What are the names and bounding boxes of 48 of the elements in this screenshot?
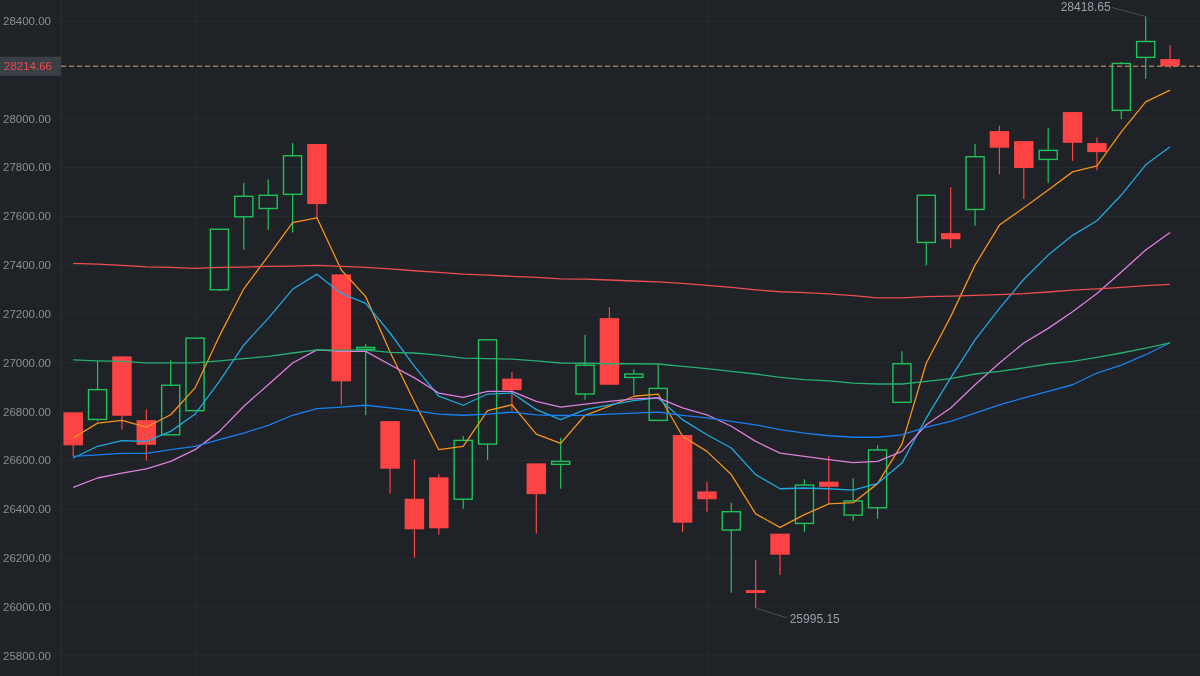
- y-axis-label: 26800.00: [3, 405, 51, 418]
- y-axis-label: 26400.00: [3, 503, 51, 516]
- candlestick: [624, 368, 644, 396]
- y-axis-label: 27400.00: [3, 259, 51, 272]
- leader-line: [1111, 6, 1147, 17]
- candlestick: [1111, 61, 1132, 120]
- y-axis-label: 26000.00: [3, 600, 51, 613]
- candlestick: [940, 186, 961, 249]
- low-price-label: 25995.15: [789, 612, 840, 627]
- candlestick: [989, 125, 1010, 175]
- candlestick: [429, 473, 449, 536]
- candlestick: [843, 477, 863, 522]
- ref-line-label: 28214.66: [4, 60, 52, 73]
- candlestick: [63, 411, 83, 457]
- candlestick: [794, 478, 815, 533]
- candlestick: [1135, 15, 1156, 80]
- candlestick: [1087, 136, 1107, 171]
- candlestick: [209, 228, 230, 292]
- y-axis-label: 26200.00: [3, 552, 51, 565]
- candlestick: [1038, 127, 1058, 184]
- candlestick: [745, 559, 766, 609]
- candlestick: [1160, 44, 1180, 69]
- y-axis-label: 25800.00: [3, 649, 51, 662]
- y-axis-label: 28000.00: [3, 112, 51, 125]
- y-axis-label: 27000.00: [3, 356, 51, 369]
- y-axis-label: 27600.00: [3, 210, 51, 223]
- candlestick: [258, 178, 278, 231]
- y-axis-label: 26600.00: [3, 454, 51, 467]
- candlestick: [502, 371, 522, 412]
- candlestick: [575, 334, 595, 401]
- high-price-label: 28418.65: [1060, 0, 1111, 14]
- candlestick: [892, 350, 912, 404]
- candlestick: [697, 481, 717, 513]
- candlestick: [1062, 111, 1083, 162]
- y-axis-label: 27800.00: [3, 161, 51, 174]
- candlestick: [136, 408, 157, 462]
- candlestick: [87, 360, 108, 422]
- candlestick: [770, 533, 790, 576]
- y-axis-label: 28400.00: [3, 15, 51, 27]
- y-axis-label: 27200.00: [3, 307, 51, 320]
- candlestick: [234, 182, 254, 251]
- current-price-tag: 28214.66: [0, 56, 61, 76]
- candlestick: [550, 437, 571, 490]
- leader-line: [755, 607, 789, 619]
- candlestick: [819, 455, 839, 505]
- candlestick: [1014, 140, 1034, 200]
- candlestick: [648, 364, 668, 422]
- candlestick: [916, 194, 937, 266]
